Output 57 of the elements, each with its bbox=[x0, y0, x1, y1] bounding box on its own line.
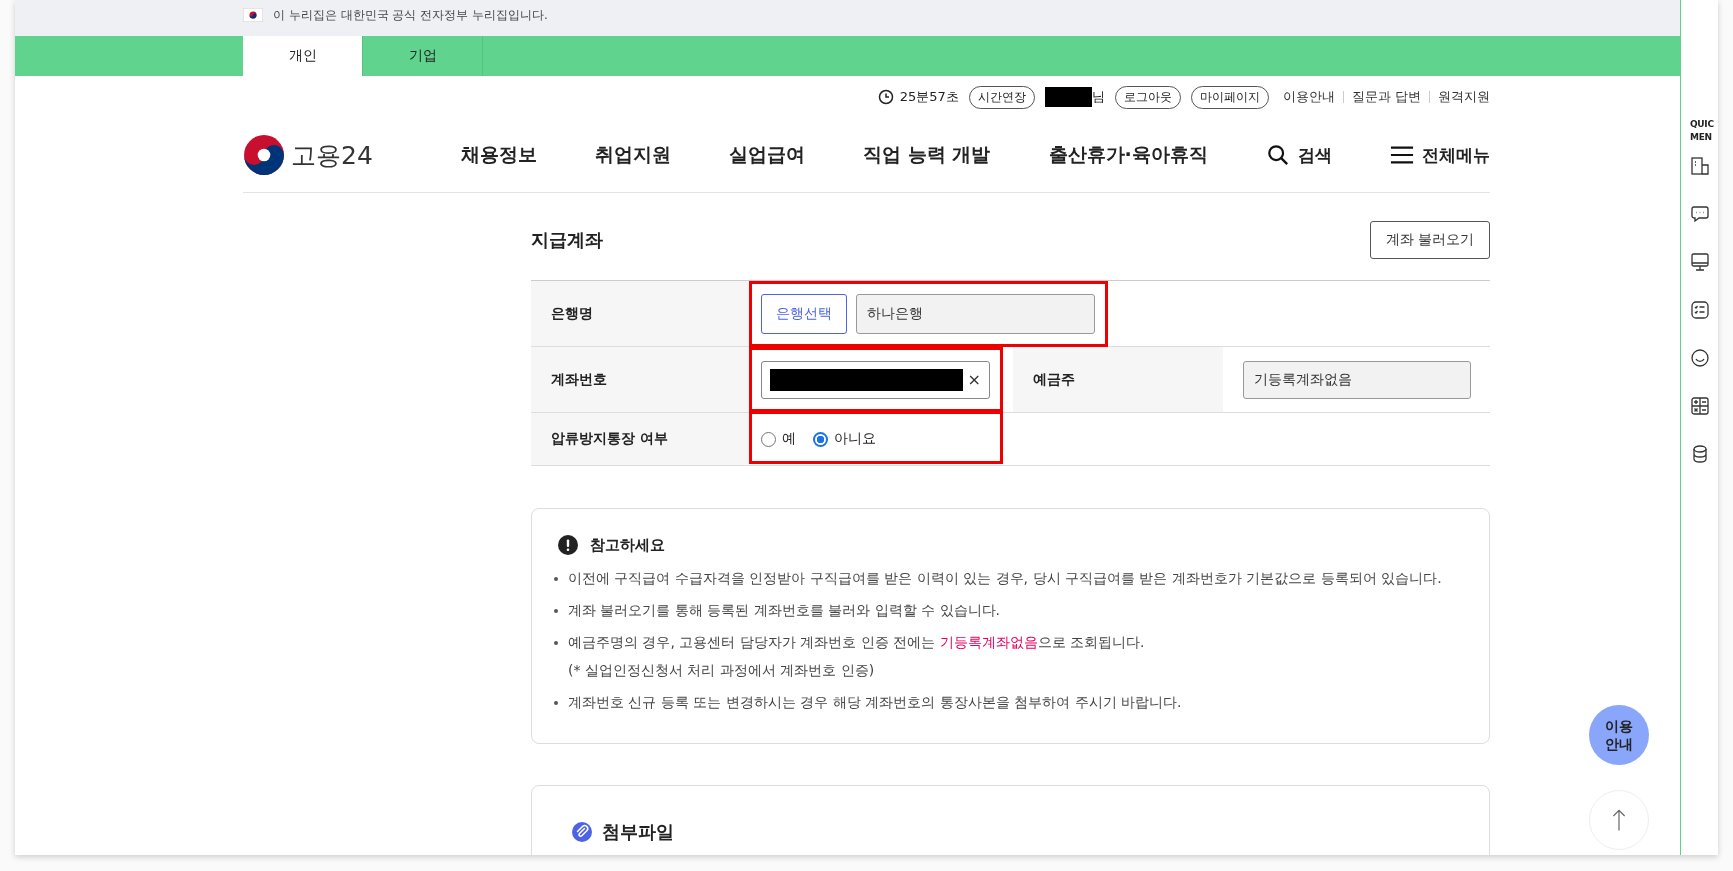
paperclip-icon bbox=[572, 822, 592, 842]
logout-button[interactable]: 로그아웃 bbox=[1114, 85, 1181, 109]
nav-item[interactable]: 출산휴가·육아휴직 bbox=[1048, 142, 1208, 168]
nav-item[interactable]: 취업지원 bbox=[595, 142, 671, 168]
exclamation-icon bbox=[558, 535, 578, 555]
coins-icon[interactable] bbox=[1690, 444, 1710, 464]
load-account-button[interactable]: 계좌 불러오기 bbox=[1369, 221, 1490, 259]
checklist-icon[interactable] bbox=[1690, 300, 1710, 320]
audience-tab[interactable]: 개인 bbox=[243, 36, 363, 76]
nav-item[interactable]: 직업 능력 개발 bbox=[863, 142, 991, 168]
calculator-icon[interactable] bbox=[1690, 396, 1710, 416]
row-label: 압류방지통장 여부 bbox=[531, 413, 749, 466]
clear-button[interactable]: × bbox=[967, 370, 981, 389]
holder-field[interactable]: 기등록계좌없음 bbox=[1243, 360, 1471, 399]
all-menu-button[interactable]: 전체메뉴 bbox=[1389, 143, 1490, 167]
search-button[interactable]: 검색 bbox=[1265, 143, 1332, 167]
emblem-icon bbox=[243, 134, 285, 176]
utility-link[interactable]: 질문과 답변 bbox=[1351, 88, 1421, 106]
row-label: 계좌번호 bbox=[531, 347, 749, 413]
flag-icon bbox=[243, 8, 263, 22]
notice-note: (* 실업인정신청서 처리 과정에서 계좌번호 인증) bbox=[568, 661, 876, 680]
row-label: 은행명 bbox=[531, 281, 749, 347]
guide-button[interactable]: 이용 안내 bbox=[1589, 705, 1649, 765]
building-icon[interactable] bbox=[1690, 156, 1710, 176]
chat-bubble-icon[interactable] bbox=[1690, 204, 1710, 224]
notice-text: 이전에 구직급여 수급자격을 인정받아 구직급여를 받은 이력이 있는 경우, 당시 구직급여를 받은 계좌번호가 기본값으로 등록되어 있습니다. bbox=[568, 569, 1442, 588]
nav-item[interactable]: 채용정보 bbox=[460, 142, 537, 168]
row-label: 예금주 bbox=[1013, 347, 1223, 413]
user-suffix: 님 bbox=[1091, 88, 1105, 106]
banner-text: 이 누리집은 대한민국 공식 전자정부 누리집입니다. bbox=[273, 7, 548, 24]
menu-icon bbox=[1389, 144, 1414, 166]
session-timer: 25분57초 bbox=[899, 88, 959, 106]
nav-item[interactable]: 실업급여 bbox=[729, 142, 806, 168]
utility-link[interactable]: 원격지원 bbox=[1438, 88, 1490, 106]
notice-title: 참고하세요 bbox=[590, 535, 665, 555]
redaction-bar bbox=[1044, 87, 1092, 107]
monitor-icon[interactable] bbox=[1690, 252, 1710, 272]
clock-icon bbox=[877, 89, 894, 105]
account-field[interactable]: × bbox=[761, 360, 990, 399]
bank-select-button[interactable]: 은행선택 bbox=[761, 293, 847, 334]
radio-label[interactable]: 예 bbox=[782, 430, 796, 448]
smile-icon[interactable] bbox=[1690, 348, 1710, 368]
utility-link[interactable]: 이용안내 bbox=[1282, 88, 1335, 106]
search-icon bbox=[1265, 144, 1290, 166]
bank-field[interactable]: 하나은행 bbox=[856, 293, 1095, 334]
audience-tab[interactable]: 기업 bbox=[363, 36, 483, 76]
mypage-button[interactable]: 마이페이지 bbox=[1190, 85, 1269, 109]
quick-menu-title: QUIC MEN bbox=[1690, 118, 1714, 144]
extend-session-button[interactable]: 시간연장 bbox=[968, 85, 1035, 109]
radio-label[interactable]: 아니요 bbox=[834, 430, 876, 448]
section-title: 지급계좌 bbox=[531, 228, 603, 252]
radio-button[interactable] bbox=[813, 431, 828, 447]
notice-text: 계좌번호 신규 등록 또는 변경하시는 경우 해당 계좌번호의 통장사본을 첨부하여 주시기 바랍니다. bbox=[568, 693, 1182, 712]
notice-text: 계좌 불러오기를 통해 등록된 계좌번호를 불러와 입력할 수 있습니다. bbox=[568, 601, 1001, 620]
notice-text: 예금주명의 경우, 고용센터 담당자가 계좌번호 인증 전에는 기등록계좌없음으로 조회됩니다. bbox=[568, 633, 1145, 652]
logo-text[interactable]: 고용24 bbox=[291, 138, 373, 172]
attachment-title: 첨부파일 bbox=[602, 820, 674, 844]
